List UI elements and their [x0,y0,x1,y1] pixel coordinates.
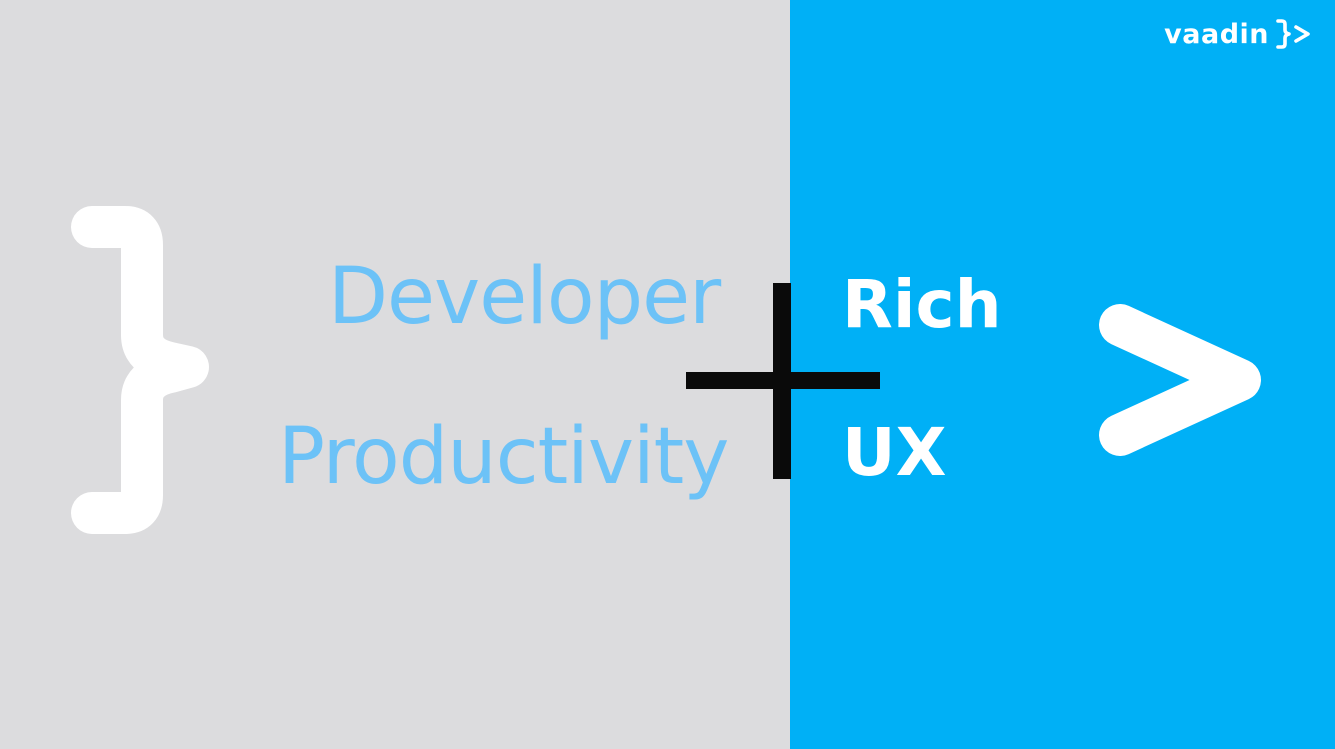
brace-icon [71,206,209,534]
rich-text: Rich [842,266,1002,343]
plus-horizontal-bar [686,372,880,389]
ux-text: UX [842,414,947,491]
vaadin-brace-chevron-icon [1276,19,1310,49]
chevron-right-icon [1099,304,1261,456]
vaadin-logo: vaadin [1164,14,1313,54]
productivity-text: Productivity [278,412,729,502]
vaadin-logo-text: vaadin [1164,18,1269,50]
developer-text: Developer [328,252,721,342]
